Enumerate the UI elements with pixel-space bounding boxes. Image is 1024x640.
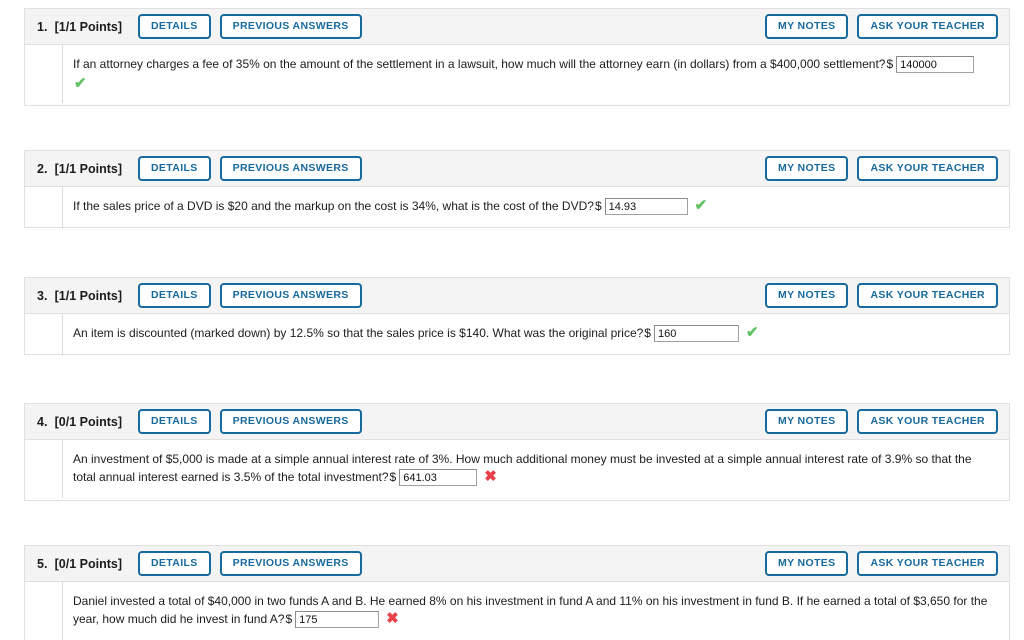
question-number: 5. [37, 556, 48, 571]
question-points: [0/1 Points] [54, 414, 122, 429]
ask-your-teacher-button[interactable]: ASK YOUR TEACHER [857, 409, 998, 434]
correct-icon: ✔ [694, 197, 708, 215]
question-card: 1. [1/1 Points] DETAILS PREVIOUS ANSWERS MY … [24, 8, 1010, 106]
currency-symbol: $ [886, 57, 894, 71]
question-body: Daniel invested a total of $40,000 in tw… [24, 581, 1010, 640]
question-card: 2. [1/1 Points] DETAILS PREVIOUS ANSWERS MY … [24, 150, 1010, 229]
details-button[interactable]: DETAILS [138, 156, 211, 181]
previous-answers-button[interactable]: PREVIOUS ANSWERS [219, 14, 362, 39]
question-statement: An item is discounted (marked down) by 1… [73, 324, 995, 343]
answer-input[interactable] [604, 198, 688, 216]
question-header: 2. [1/1 Points] DETAILS PREVIOUS ANSWERS MY … [24, 150, 1010, 186]
answer-input[interactable] [896, 56, 975, 74]
answer-input[interactable] [399, 469, 478, 487]
question-statement: Daniel invested a total of $40,000 in tw… [73, 592, 995, 629]
question-content: An item is discounted (marked down) by 1… [62, 314, 1009, 356]
previous-answers-button[interactable]: PREVIOUS ANSWERS [219, 156, 362, 181]
question-statement: An investment of $5,000 is made at a sim… [73, 450, 995, 487]
question-header-actions: MY NOTES ASK YOUR TEACHER [765, 551, 998, 576]
ask-your-teacher-button[interactable]: ASK YOUR TEACHER [857, 156, 998, 181]
my-notes-button[interactable]: MY NOTES [765, 283, 849, 308]
question-prompt-text: If the sales price of a DVD is $20 and t… [73, 199, 594, 213]
question-header: 5. [0/1 Points] DETAILS PREVIOUS ANSWERS MY … [24, 545, 1010, 581]
question-points: [0/1 Points] [54, 556, 122, 571]
currency-symbol: $ [389, 470, 397, 484]
question-header: 1. [1/1 Points] DETAILS PREVIOUS ANSWERS MY … [24, 8, 1010, 44]
question-header-actions: MY NOTES ASK YOUR TEACHER [765, 156, 998, 181]
question-body: If the sales price of a DVD is $20 and t… [24, 186, 1010, 229]
answer-input[interactable] [653, 325, 739, 343]
question-header-actions: MY NOTES ASK YOUR TEACHER [765, 14, 998, 39]
question-number: 1. [37, 19, 48, 34]
question-body: An item is discounted (marked down) by 1… [24, 313, 1010, 356]
previous-answers-button[interactable]: PREVIOUS ANSWERS [219, 409, 362, 434]
question-prompt-text: An investment of $5,000 is made at a sim… [73, 452, 972, 484]
question-card: 5. [0/1 Points] DETAILS PREVIOUS ANSWERS MY … [24, 545, 1010, 640]
question-header: 4. [0/1 Points] DETAILS PREVIOUS ANSWERS MY … [24, 403, 1010, 439]
question-content: An investment of $5,000 is made at a sim… [62, 440, 1009, 499]
my-notes-button[interactable]: MY NOTES [765, 156, 849, 181]
answer-input[interactable] [295, 611, 380, 629]
my-notes-button[interactable]: MY NOTES [765, 551, 849, 576]
correct-icon: ✔ [745, 324, 759, 342]
question-header-actions: MY NOTES ASK YOUR TEACHER [765, 409, 998, 434]
question-content: If the sales price of a DVD is $20 and t… [62, 187, 1009, 229]
currency-symbol: $ [594, 199, 602, 213]
details-button[interactable]: DETAILS [138, 14, 211, 39]
ask-your-teacher-button[interactable]: ASK YOUR TEACHER [857, 551, 998, 576]
assignment-page: 1. [1/1 Points] DETAILS PREVIOUS ANSWERS MY … [0, 0, 1024, 640]
details-button[interactable]: DETAILS [138, 283, 211, 308]
question-card: 4. [0/1 Points] DETAILS PREVIOUS ANSWERS MY … [24, 403, 1010, 501]
question-header: 3. [1/1 Points] DETAILS PREVIOUS ANSWERS MY … [24, 277, 1010, 313]
question-content: Daniel invested a total of $40,000 in tw… [62, 582, 1009, 640]
question-card: 3. [1/1 Points] DETAILS PREVIOUS ANSWERS MY … [24, 277, 1010, 356]
my-notes-button[interactable]: MY NOTES [765, 409, 849, 434]
currency-symbol: $ [285, 612, 293, 626]
question-points: [1/1 Points] [54, 288, 122, 303]
question-body: If an attorney charges a fee of 35% on t… [24, 44, 1010, 106]
question-statement: If the sales price of a DVD is $20 and t… [73, 197, 995, 216]
details-button[interactable]: DETAILS [138, 551, 211, 576]
incorrect-icon: ✖ [484, 468, 497, 486]
question-prompt-text: An item is discounted (marked down) by 1… [73, 326, 644, 340]
details-button[interactable]: DETAILS [138, 409, 211, 434]
question-prompt-text: If an attorney charges a fee of 35% on t… [73, 57, 886, 71]
question-content: If an attorney charges a fee of 35% on t… [62, 45, 1009, 104]
question-statement: If an attorney charges a fee of 35% on t… [73, 55, 995, 74]
question-number: 2. [37, 161, 48, 176]
question-number: 4. [37, 414, 48, 429]
correct-icon: ✔ [74, 75, 87, 93]
my-notes-button[interactable]: MY NOTES [765, 14, 849, 39]
previous-answers-button[interactable]: PREVIOUS ANSWERS [219, 283, 362, 308]
previous-answers-button[interactable]: PREVIOUS ANSWERS [219, 551, 362, 576]
question-points: [1/1 Points] [54, 161, 122, 176]
ask-your-teacher-button[interactable]: ASK YOUR TEACHER [857, 283, 998, 308]
question-prompt-text: Daniel invested a total of $40,000 in tw… [73, 594, 988, 626]
question-number: 3. [37, 288, 48, 303]
currency-symbol: $ [644, 326, 651, 340]
incorrect-icon: ✖ [386, 610, 399, 628]
question-points: [1/1 Points] [54, 19, 122, 34]
ask-your-teacher-button[interactable]: ASK YOUR TEACHER [857, 14, 998, 39]
question-body: An investment of $5,000 is made at a sim… [24, 439, 1010, 501]
question-header-actions: MY NOTES ASK YOUR TEACHER [765, 283, 998, 308]
